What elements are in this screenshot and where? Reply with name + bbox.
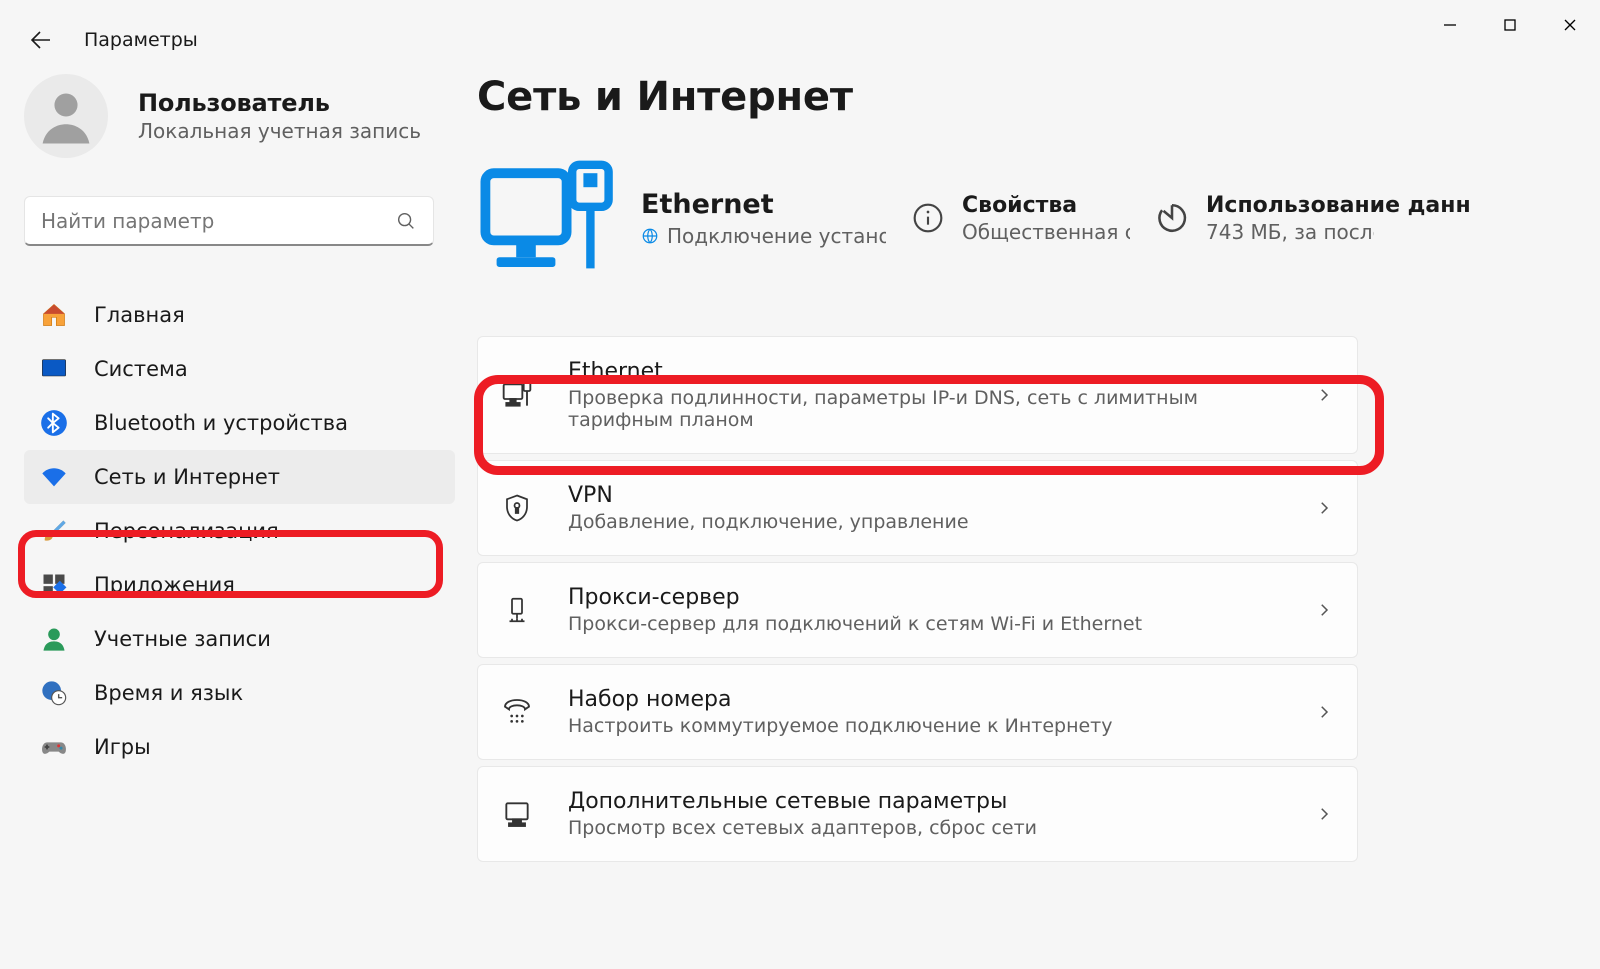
- nav-item-network[interactable]: Сеть и Интернет: [24, 450, 455, 504]
- network-large-icon: [477, 148, 617, 288]
- home-icon: [40, 301, 68, 329]
- profile-block[interactable]: Пользователь Локальная учетная запись: [24, 74, 455, 158]
- properties-label: Свойства: [962, 193, 1130, 218]
- settings-rows: Ethernet Проверка подлинности, параметры…: [477, 336, 1382, 862]
- nav-item-bluetooth[interactable]: Bluetooth и устройства: [24, 396, 455, 450]
- nav-item-time-language[interactable]: Время и язык: [24, 666, 455, 720]
- nav-item-accounts[interactable]: Учетные записи: [24, 612, 455, 666]
- status-usage[interactable]: Использование данн 743 МБ, за последние …: [1154, 193, 1374, 244]
- maximize-button[interactable]: [1480, 0, 1540, 50]
- row-advanced[interactable]: Дополнительные сетевые параметры Просмот…: [477, 766, 1358, 862]
- app-title: Параметры: [84, 29, 198, 51]
- network-status-row: Ethernet Подключение устано Свойства Общ…: [477, 148, 1600, 288]
- close-button[interactable]: [1540, 0, 1600, 50]
- vpn-shield-icon: [500, 491, 534, 525]
- nav-label: Игры: [94, 735, 151, 759]
- page-title: Сеть и Интернет: [477, 74, 1600, 120]
- nav-label: Сеть и Интернет: [94, 465, 280, 489]
- row-title: Ethernet: [568, 359, 1281, 384]
- row-subtitle: Прокси-сервер для подключений к сетям Wi…: [568, 613, 1281, 635]
- nav-item-apps[interactable]: Приложения: [24, 558, 455, 612]
- search-box[interactable]: [24, 196, 434, 246]
- chevron-right-icon: [1315, 805, 1333, 823]
- row-ethernet[interactable]: Ethernet Проверка подлинности, параметры…: [477, 336, 1358, 454]
- profile-account-type: Локальная учетная запись: [138, 119, 421, 143]
- apps-icon: [40, 571, 68, 599]
- ethernet-icon: [500, 378, 534, 412]
- accounts-icon: [40, 625, 68, 653]
- status-properties[interactable]: Свойства Общественная се: [910, 193, 1130, 244]
- status-primary[interactable]: Ethernet Подключение устано: [641, 189, 886, 248]
- chevron-right-icon: [1315, 703, 1333, 721]
- nav-label: Приложения: [94, 573, 235, 597]
- advanced-network-icon: [500, 797, 534, 831]
- nav-label: Система: [94, 357, 188, 381]
- nav-list: Главная Система Bluetooth и устройства С…: [24, 288, 455, 774]
- status-adapter-name: Ethernet: [641, 189, 886, 220]
- proxy-icon: [500, 593, 534, 627]
- row-title: Прокси-сервер: [568, 585, 1281, 610]
- bluetooth-icon: [40, 409, 68, 437]
- gamepad-icon: [40, 733, 68, 761]
- nav-item-system[interactable]: Система: [24, 342, 455, 396]
- row-vpn[interactable]: VPN Добавление, подключение, управление: [477, 460, 1358, 556]
- globe-clock-icon: [40, 679, 68, 707]
- row-title: Набор номера: [568, 687, 1281, 712]
- system-icon: [40, 355, 68, 383]
- globe-icon: [641, 227, 659, 245]
- dialup-phone-icon: [500, 695, 534, 729]
- row-title: Дополнительные сетевые параметры: [568, 789, 1281, 814]
- nav-label: Учетные записи: [94, 627, 271, 651]
- nav-label: Bluetooth и устройства: [94, 411, 348, 435]
- profile-username: Пользователь: [138, 89, 421, 117]
- nav-item-personalization[interactable]: Персонализация: [24, 504, 455, 558]
- topbar: Параметры: [0, 0, 1600, 56]
- sidebar: Пользователь Локальная учетная запись Гл…: [0, 74, 455, 862]
- chevron-right-icon: [1315, 601, 1333, 619]
- nav-label: Персонализация: [94, 519, 279, 543]
- avatar-icon: [24, 74, 108, 158]
- search-icon: [395, 210, 417, 232]
- search-input[interactable]: [41, 209, 395, 233]
- nav-label: Время и язык: [94, 681, 243, 705]
- minimize-button[interactable]: [1420, 0, 1480, 50]
- main-content: Сеть и Интернет Ethernet Подключение уст…: [455, 74, 1600, 862]
- chevron-right-icon: [1315, 499, 1333, 517]
- row-subtitle: Просмотр всех сетевых адаптеров, сброс с…: [568, 817, 1281, 839]
- back-button[interactable]: [24, 24, 56, 56]
- data-usage-icon: [1154, 200, 1190, 236]
- wifi-icon: [40, 463, 68, 491]
- status-connection-text: Подключение устано: [667, 224, 886, 248]
- window-controls: [1420, 0, 1600, 50]
- usage-label: Использование данн: [1206, 193, 1374, 218]
- nav-label: Главная: [94, 303, 185, 327]
- row-proxy[interactable]: Прокси-сервер Прокси-сервер для подключе…: [477, 562, 1358, 658]
- chevron-right-icon: [1315, 386, 1333, 404]
- nav-item-home[interactable]: Главная: [24, 288, 455, 342]
- properties-value: Общественная се: [962, 220, 1130, 244]
- row-subtitle: Добавление, подключение, управление: [568, 511, 1281, 533]
- row-subtitle: Настроить коммутируемое подключение к Ин…: [568, 715, 1281, 737]
- row-subtitle: Проверка подлинности, параметры IP-и DNS…: [568, 387, 1281, 431]
- row-title: VPN: [568, 483, 1281, 508]
- usage-value: 743 МБ, за последние 30: [1206, 220, 1374, 244]
- nav-item-gaming[interactable]: Игры: [24, 720, 455, 774]
- brush-icon: [40, 517, 68, 545]
- row-dialup[interactable]: Набор номера Настроить коммутируемое под…: [477, 664, 1358, 760]
- info-icon: [910, 200, 946, 236]
